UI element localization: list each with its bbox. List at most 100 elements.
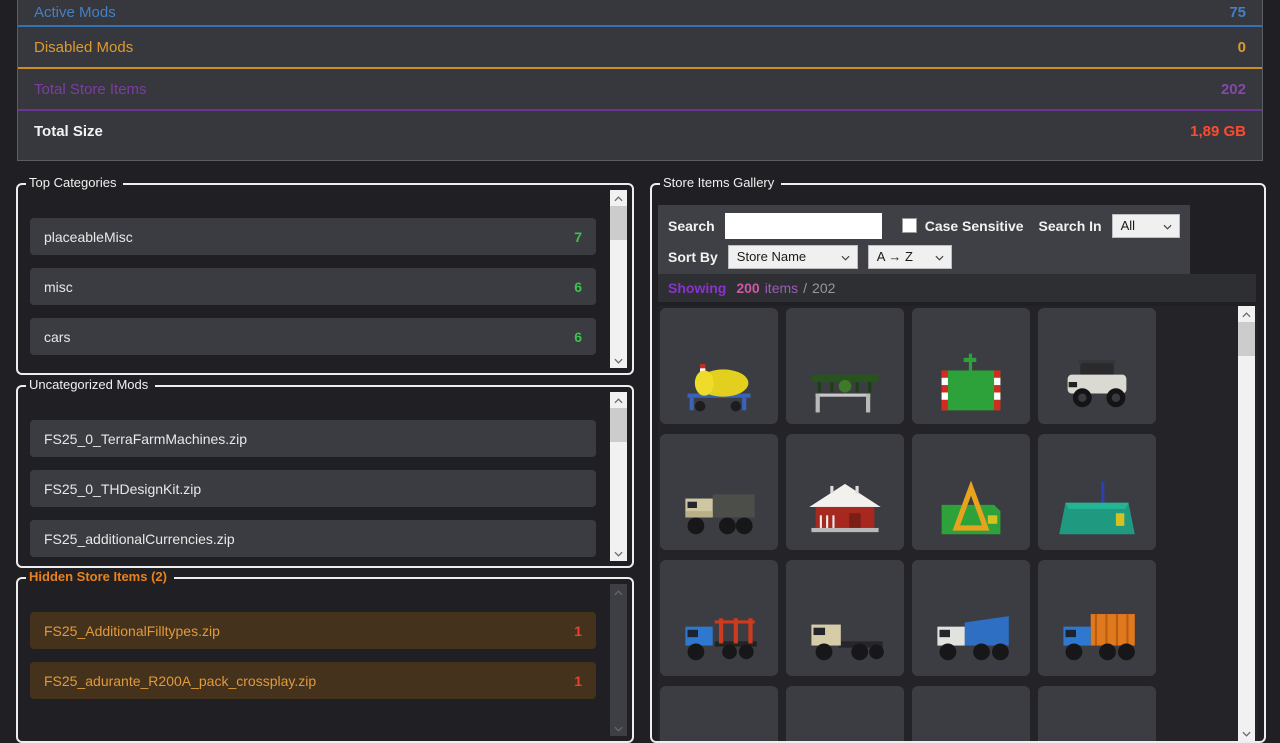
chevron-down-icon: [614, 719, 623, 737]
case-sensitive-checkbox[interactable]: [902, 218, 917, 233]
list-item-name: FS25_0_THDesignKit.zip: [44, 481, 201, 497]
top-categories-box: Top Categories placeableMisc7misc6cars6: [16, 183, 634, 375]
tile-thumbnail-truck-beige-chassis: [803, 599, 887, 676]
scroll-up-button[interactable]: [1238, 306, 1255, 322]
list-item-name: placeableMisc: [44, 229, 133, 245]
scroll-down-button[interactable]: [610, 352, 627, 368]
chevron-down-icon: [935, 249, 944, 264]
hidden-store-items-list: FS25_AdditionalFilltypes.zip1FS25_aduran…: [30, 612, 596, 737]
scroll-up-button[interactable]: [610, 392, 627, 408]
scroll-down-button[interactable]: [610, 720, 627, 736]
top-categories-scrollbar[interactable]: [610, 190, 627, 368]
gallery-tile[interactable]: [912, 308, 1030, 424]
top-categories-title: Top Categories: [26, 174, 123, 192]
list-item[interactable]: FS25_additionalCurrencies.zip: [30, 520, 596, 557]
hidden-scrollbar[interactable]: [610, 584, 627, 736]
stat-row-label: Active Mods: [34, 4, 116, 21]
list-item[interactable]: FS25_AdditionalFilltypes.zip 1: [30, 612, 596, 649]
sort-by-select[interactable]: Store Name: [728, 245, 858, 269]
search-in-label: Search In: [1039, 218, 1102, 234]
stat-row-value: 1,89 GB: [1190, 123, 1246, 140]
chevron-down-icon: [614, 544, 623, 562]
gallery-tile[interactable]: [912, 434, 1030, 550]
list-item[interactable]: FS25_adurante_R200A_pack_crossplay.zip 1: [30, 662, 596, 699]
tile-thumbnail-container-green-aframe: [929, 473, 1013, 550]
scroll-down-button[interactable]: [610, 545, 627, 561]
gallery-tile[interactable]: [660, 686, 778, 741]
gallery-tile[interactable]: [1038, 686, 1156, 741]
showing-status: Showing 200 items / 202: [658, 274, 1256, 302]
tile-thumbnail-truck-blue-orange: [1055, 599, 1139, 676]
list-item[interactable]: misc6: [30, 268, 596, 305]
scroll-up-button[interactable]: [610, 190, 627, 206]
gallery-scrollbar[interactable]: [1238, 306, 1255, 741]
hidden-item-count: 1: [574, 673, 582, 689]
scrollbar-track[interactable]: [1238, 322, 1255, 725]
scrollbar-thumb[interactable]: [1238, 322, 1255, 356]
gallery-tile[interactable]: [786, 308, 904, 424]
stat-row-label: Total Size: [34, 123, 103, 140]
search-in-select[interactable]: All: [1112, 214, 1180, 238]
list-item-name: FS25_adurante_R200A_pack_crossplay.zip: [44, 673, 316, 689]
sort-by-label: Sort By: [668, 249, 718, 265]
category-count: 6: [574, 329, 582, 345]
search-input[interactable]: [725, 213, 882, 239]
gallery-grid: [658, 306, 1258, 741]
stat-row-label: Disabled Mods: [34, 39, 133, 56]
gallery-tile[interactable]: [660, 308, 778, 424]
gallery-tile[interactable]: [1038, 308, 1156, 424]
stat-row-value: 0: [1238, 39, 1246, 56]
list-item[interactable]: cars 6: [30, 318, 596, 355]
category-count: 7: [574, 229, 582, 245]
chevron-down-icon: [1242, 724, 1251, 741]
tile-thumbnail-container-green-striped: [929, 347, 1013, 424]
tile-thumbnail-sprayer-yellow: [677, 347, 761, 424]
stat-row-label: Total Store Items: [34, 81, 147, 98]
list-item[interactable]: FS25_0_THDesignKit.zip: [30, 470, 596, 507]
uncategorized-scrollbar[interactable]: [610, 392, 627, 561]
gallery-tile[interactable]: [786, 686, 904, 741]
store-items-gallery-title: Store Items Gallery: [660, 174, 781, 192]
tile-thumbnail-truck-dump-blue: [929, 599, 1013, 676]
showing-label: Showing: [668, 280, 726, 296]
sort-direction-select[interactable]: A → Z: [868, 245, 952, 269]
stat-row-value: 75: [1229, 4, 1246, 21]
gallery-tile[interactable]: [1038, 434, 1156, 550]
case-sensitive-label: Case Sensitive: [925, 218, 1024, 234]
hidden-item-count: 1: [574, 623, 582, 639]
gallery-tile[interactable]: [660, 560, 778, 676]
tile-thumbnail-truck-blue-logs: [677, 599, 761, 676]
gallery-tile[interactable]: [912, 560, 1030, 676]
scroll-up-button[interactable]: [610, 584, 627, 600]
scrollbar-thumb[interactable]: [610, 206, 627, 240]
showing-separator: /: [803, 280, 807, 296]
stat-row: Active Mods 75: [18, 0, 1262, 25]
gallery-toolbar: Search Case Sensitive Search In All Sort…: [658, 205, 1190, 277]
list-item-name: misc: [44, 279, 73, 295]
gallery-tile[interactable]: [660, 434, 778, 550]
list-item[interactable]: FS25_0_TerraFarmMachines.zip: [30, 420, 596, 457]
list-item[interactable]: placeableMisc 7: [30, 218, 596, 255]
chevron-down-icon: [1163, 218, 1172, 233]
gallery-region: [658, 306, 1258, 741]
stat-row: Total Store Items202: [18, 69, 1262, 109]
chevron-down-icon: [841, 249, 850, 264]
scrollbar-track[interactable]: [610, 206, 627, 352]
showing-items-word: items: [765, 280, 798, 296]
scrollbar-track[interactable]: [610, 600, 627, 720]
hidden-store-items-title: Hidden Store Items (2): [26, 568, 174, 586]
sort-by-value: Store Name: [737, 249, 806, 264]
list-item-name: cars: [44, 329, 70, 345]
scrollbar-thumb[interactable]: [610, 408, 627, 442]
chevron-up-icon: [1242, 306, 1251, 323]
gallery-tile[interactable]: [786, 560, 904, 676]
tile-thumbnail-barn-red: [803, 473, 887, 550]
uncategorized-mods-box: Uncategorized Mods FS25_0_TerraFarmMachi…: [16, 385, 634, 568]
scroll-down-button[interactable]: [1238, 725, 1255, 741]
scrollbar-track[interactable]: [610, 408, 627, 545]
stat-row: Total Size 1,89 GB: [18, 111, 1262, 151]
gallery-tile[interactable]: [786, 434, 904, 550]
gallery-tile[interactable]: [912, 686, 1030, 741]
list-item-name: FS25_AdditionalFilltypes.zip: [44, 623, 220, 639]
gallery-tile[interactable]: [1038, 560, 1156, 676]
